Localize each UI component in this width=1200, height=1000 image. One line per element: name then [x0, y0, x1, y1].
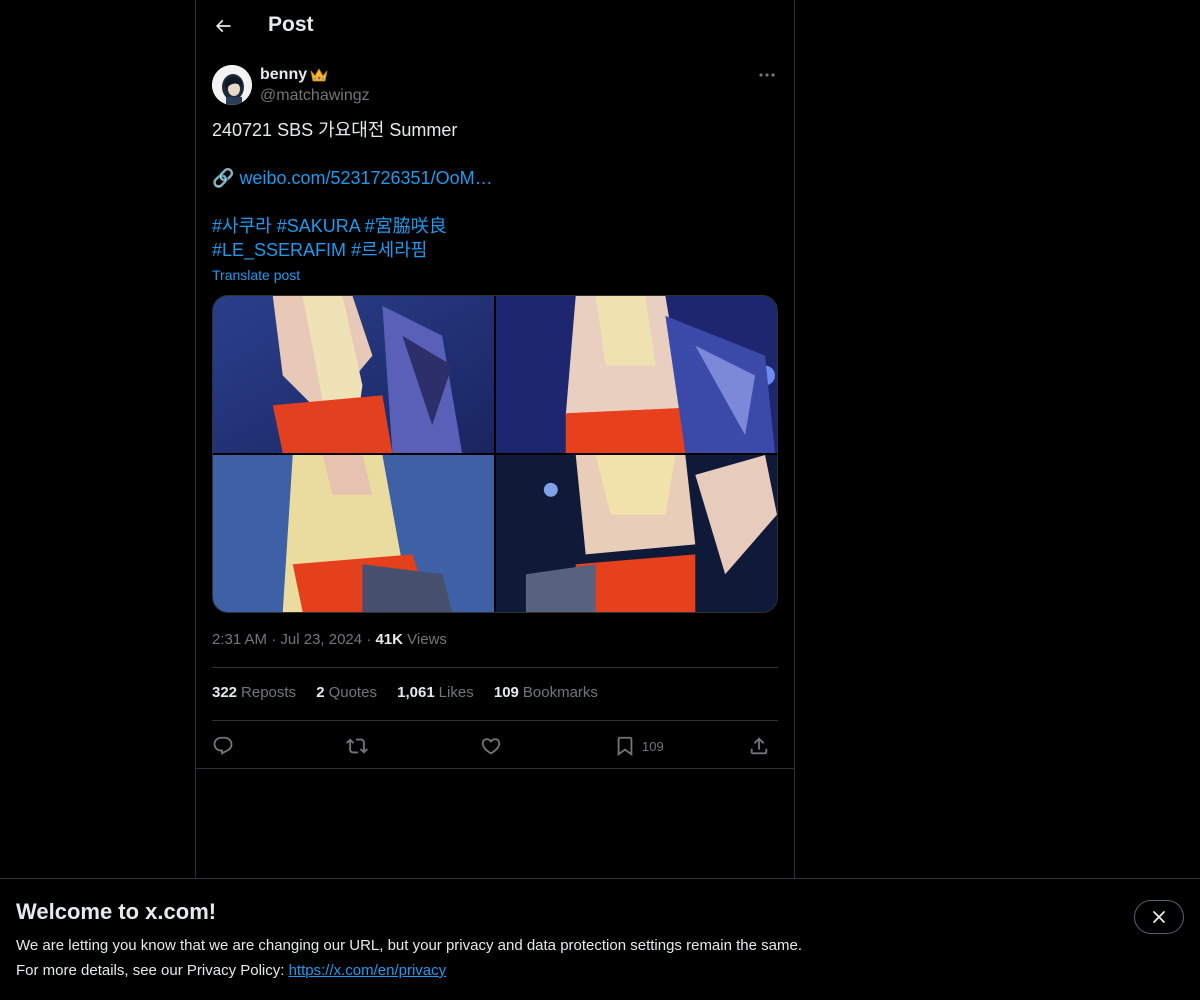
author-display-name[interactable]: benny [260, 66, 307, 84]
media-grid [212, 295, 778, 613]
meta-separator: · [271, 631, 277, 648]
translate-post-link[interactable]: Translate post [212, 267, 300, 283]
back-button[interactable] [206, 9, 240, 43]
hashtag-link[interactable]: #宮脇咲良 [365, 216, 447, 236]
photo-4[interactable] [496, 455, 777, 612]
photo-1[interactable] [213, 296, 494, 453]
post-column: Post benny @matchawingz 240721 SBS 가요대전 … [195, 0, 795, 878]
divider [212, 667, 778, 668]
bookmark-icon [617, 736, 633, 757]
crown-icon [310, 68, 328, 82]
banner-message: We are letting you know that we are chan… [16, 937, 802, 954]
meta-separator: · [366, 631, 372, 648]
bookmark-count: 109 [642, 738, 664, 754]
stat-quotes[interactable]: 2 Quotes [316, 684, 377, 701]
post-time[interactable]: 2:31 AM [212, 631, 267, 648]
hashtag-line: #사쿠라 #SAKURA #宮脇咲良 [212, 214, 778, 238]
reply-button[interactable] [212, 734, 234, 758]
post-link-line: 🔗 weibo.com/5231726351/OoM… [212, 166, 778, 190]
hashtag-link[interactable]: #SAKURA [277, 216, 360, 236]
banner-title: Welcome to x.com! [16, 899, 217, 924]
post-author: benny @matchawingz [212, 64, 778, 108]
hashtag-line: #LE_SSERAFIM #르세라핌 [212, 238, 778, 262]
repost-icon [346, 738, 368, 754]
divider [212, 720, 778, 721]
like-button[interactable] [480, 734, 502, 758]
share-icon [750, 737, 768, 755]
stat-likes[interactable]: 1,061 Likes [397, 684, 474, 701]
page-title: Post [268, 13, 314, 36]
reply-icon [213, 736, 233, 755]
post-header: Post [196, 0, 794, 54]
post-date[interactable]: Jul 23, 2024 [280, 631, 362, 648]
photo-2[interactable] [496, 296, 777, 453]
privacy-policy-link[interactable]: https://x.com/en/privacy [289, 962, 447, 979]
repost-button[interactable] [346, 734, 368, 758]
post-stats: 322 Reposts 2 Quotes 1,061 Likes 109 Bookmar… [212, 684, 614, 701]
link-emoji: 🔗 [212, 168, 235, 188]
heart-icon [481, 738, 501, 755]
hashtag-link[interactable]: #사쿠라 [212, 216, 272, 236]
avatar[interactable] [212, 65, 252, 105]
views-count: 41K [375, 631, 403, 648]
share-button[interactable] [748, 734, 770, 758]
post-actions: 109 [212, 731, 778, 761]
banner-privacy-line: For more details, see our Privacy Policy… [16, 962, 447, 979]
bookmark-button[interactable]: 109 [614, 734, 664, 758]
more-dots-icon [759, 73, 775, 77]
arrow-left-icon [215, 19, 231, 33]
author-handle[interactable]: @matchawingz [260, 87, 370, 105]
post-text: 240721 SBS 가요대전 Summer 🔗 weibo.com/52317… [212, 118, 778, 262]
post-timestamp-views: 2:31 AM · Jul 23, 2024 · 41K Views [212, 631, 447, 648]
photo-3[interactable] [213, 455, 494, 612]
hashtag-link[interactable]: #르세라핌 [351, 240, 427, 260]
welcome-banner: Welcome to x.com! We are letting you kno… [0, 878, 1200, 1000]
weibo-link[interactable]: weibo.com/5231726351/OoM… [239, 168, 492, 188]
stat-bookmarks[interactable]: 109 Bookmarks [494, 684, 598, 701]
views-label: Views [407, 631, 447, 648]
more-options-button[interactable] [756, 66, 778, 84]
close-icon [1153, 911, 1165, 923]
post-text-line: 240721 SBS 가요대전 Summer [212, 120, 458, 140]
divider [196, 768, 794, 769]
close-banner-button[interactable] [1134, 900, 1184, 934]
hashtag-link[interactable]: #LE_SSERAFIM [212, 240, 346, 260]
stat-reposts[interactable]: 322 Reposts [212, 684, 296, 701]
